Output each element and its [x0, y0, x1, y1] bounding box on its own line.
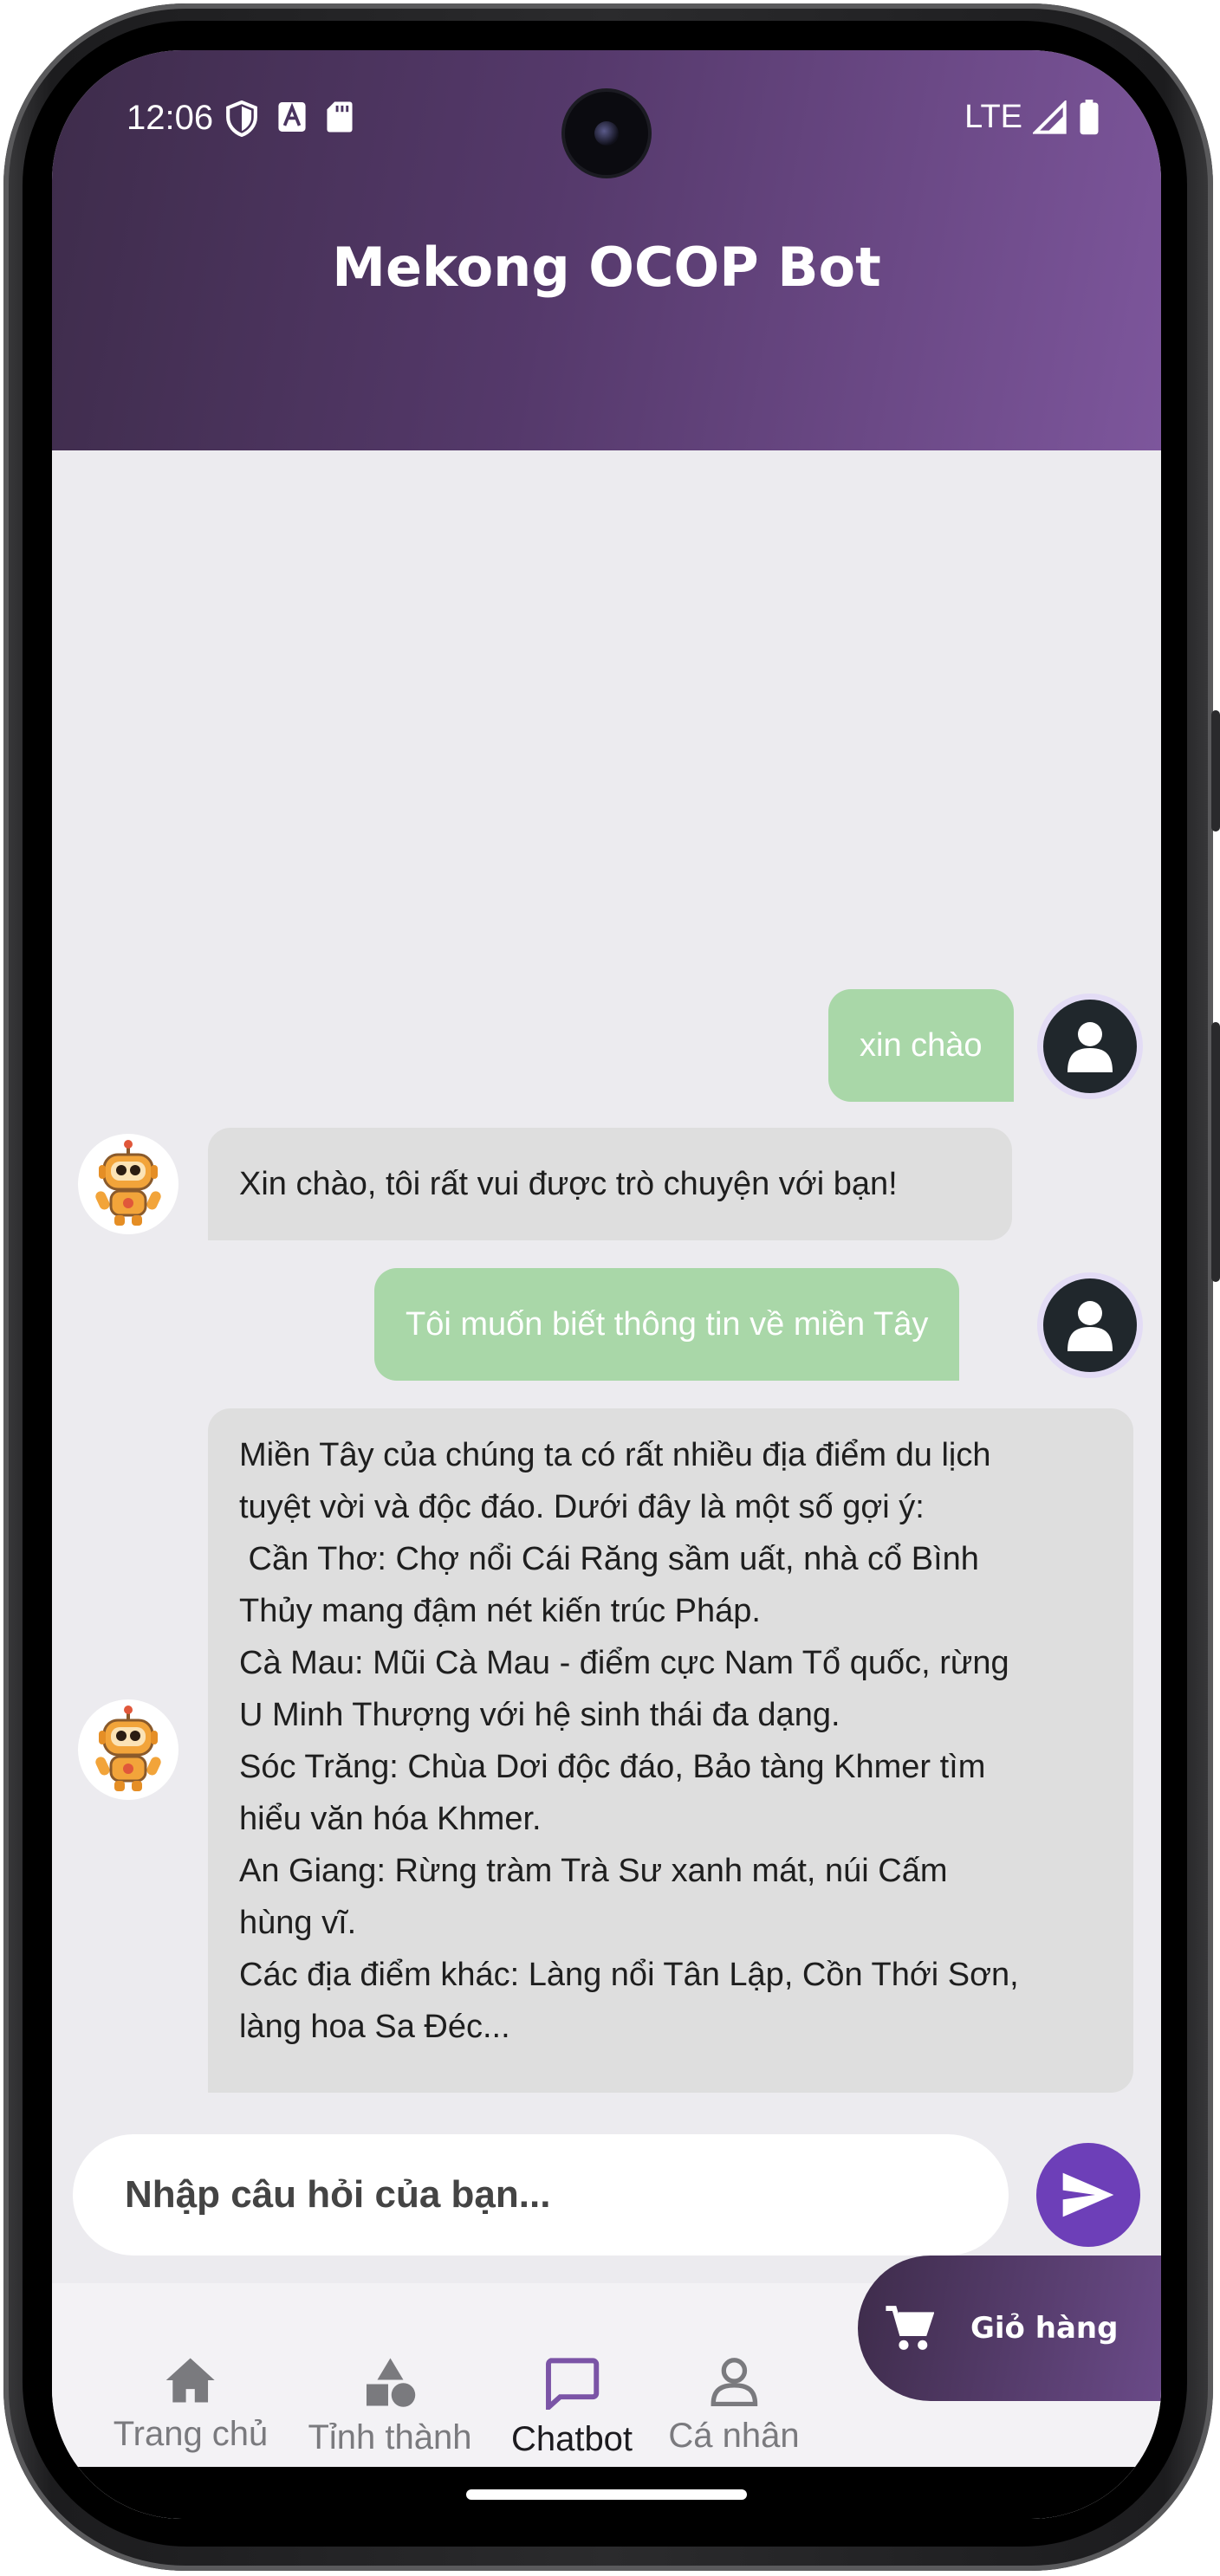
chat-input[interactable] [73, 2134, 1009, 2256]
network-label: LTE [964, 99, 1022, 135]
front-camera [565, 92, 648, 175]
bot-message: Miền Tây của chúng ta có rất nhiều địa đ… [208, 1408, 1133, 2093]
screen: 12:06 LTE Mekong OCOP Bot xin chào Xin c… [52, 50, 1161, 2519]
bot-message: Xin chào, tôi rất vui được trò chuyện vớ… [208, 1128, 1012, 1240]
nav-item-chatbot[interactable]: Chatbot [511, 2356, 633, 2459]
status-time: 12:06 [127, 99, 214, 137]
message-line: U Minh Thượng với hệ sinh thái đa dạng. [239, 1697, 840, 1733]
app-header: 12:06 LTE Mekong OCOP Bot [52, 50, 1161, 450]
nav-label: Trang chủ [113, 2415, 269, 2453]
shapes-icon [366, 2358, 415, 2407]
message-line: Thủy mang đậm nét kiến trúc Pháp. [239, 1593, 761, 1629]
user-message: Tôi muốn biết thông tin về miền Tây [374, 1268, 960, 1381]
user-message: xin chào [828, 989, 1014, 1102]
message-text: Tôi muốn biết thông tin về miền Tây [406, 1305, 929, 1343]
message-line: Cần Thơ: Chợ nổi Cái Răng sầm uất, nhà c… [239, 1541, 979, 1577]
chat-icon [546, 2358, 600, 2410]
sd-card-icon [327, 101, 353, 133]
nav-item-provinces[interactable]: Tỉnh thành [308, 2356, 472, 2457]
page-title: Mekong OCOP Bot [332, 236, 881, 299]
message-line: Miền Tây của chúng ta có rất nhiều địa đ… [239, 1437, 991, 1473]
shopping-cart-icon [886, 2306, 934, 2350]
nav-item-home[interactable]: Trang chủ [113, 2356, 269, 2454]
font-a-icon [278, 102, 306, 132]
message-line: hiểu văn hóa Khmer. [239, 1801, 542, 1837]
message-line: An Giang: Rừng tràm Trà Sư xanh mát, núi… [239, 1853, 948, 1889]
user-avatar-icon [1043, 1278, 1137, 1372]
message-line: tuyệt vời và độc đáo. Dưới đây là một số… [239, 1489, 925, 1525]
cart-label: Giỏ hàng [970, 2311, 1119, 2346]
message-line: Các địa điểm khác: Làng nổi Tân Lập, Cồn… [239, 1957, 1019, 1993]
nav-item-profile[interactable]: Cá nhân [668, 2356, 800, 2456]
signal-icon [1033, 100, 1067, 134]
nav-label: Tỉnh thành [308, 2418, 472, 2456]
home-icon [166, 2358, 215, 2403]
robot-avatar-icon [78, 1699, 178, 1800]
robot-avatar-icon [78, 1134, 178, 1234]
message-line: làng hoa Sa Đéc... [239, 2009, 510, 2045]
volume-button [1211, 1022, 1220, 1282]
message-text: Xin chào, tôi rất vui được trò chuyện vớ… [239, 1166, 898, 1202]
cart-button[interactable]: Giỏ hàng [858, 2256, 1161, 2401]
status-icons-left [225, 100, 354, 137]
message-line: Sóc Trăng: Chùa Dơi độc đáo, Bảo tàng Kh… [239, 1749, 986, 1785]
message-line: Cà Mau: Mũi Cà Mau - điểm cực Nam Tổ quố… [239, 1645, 1009, 1681]
battery-icon [1080, 99, 1099, 134]
user-avatar-icon [1043, 1000, 1137, 1093]
message-line: hùng vĩ. [239, 1905, 357, 1941]
nav-label: Chatbot [510, 2420, 633, 2458]
power-button [1211, 710, 1220, 832]
status-icons-right: LTE [964, 99, 1100, 136]
message-text: xin chào [860, 1026, 983, 1064]
nav-label: Cá nhân [668, 2417, 800, 2455]
send-icon [1062, 2172, 1114, 2217]
person-icon [711, 2358, 757, 2406]
shield-icon [226, 100, 257, 137]
home-indicator[interactable] [466, 2489, 747, 2500]
send-button[interactable] [1036, 2143, 1140, 2247]
